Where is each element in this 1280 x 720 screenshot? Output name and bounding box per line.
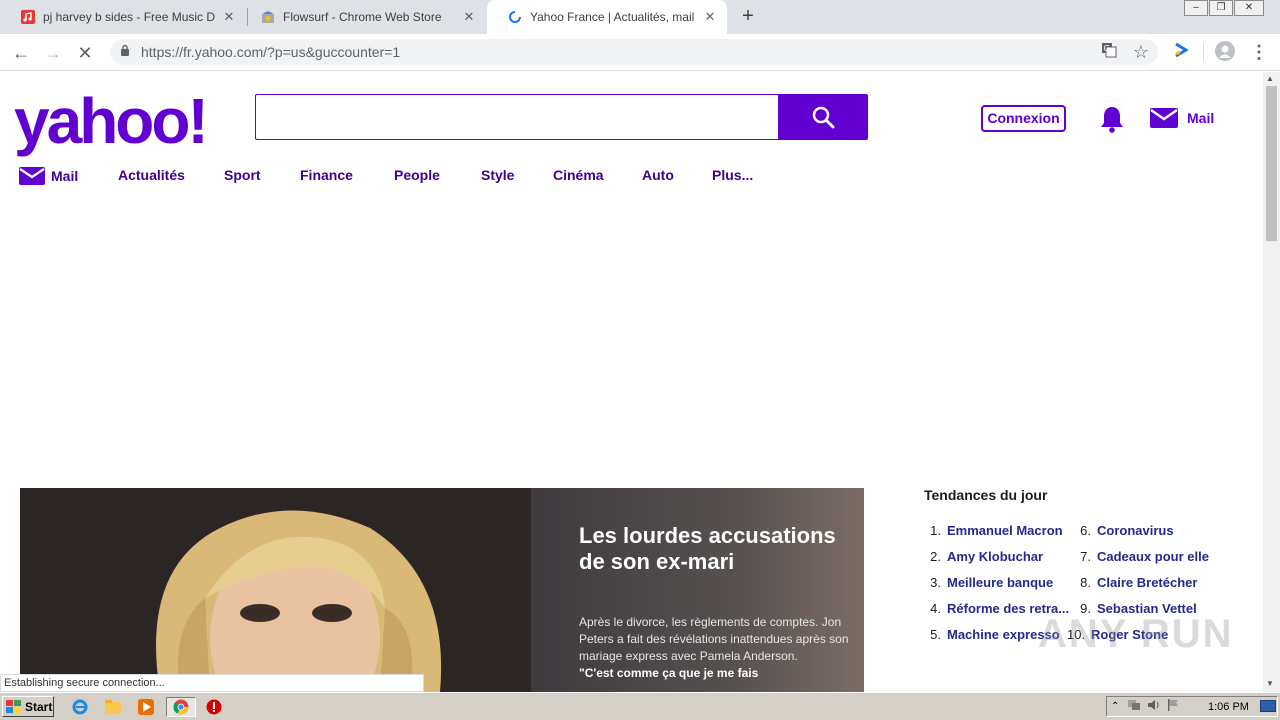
nav-item-actualites[interactable]: Actualités: [118, 167, 185, 183]
trending-rank: 2.: [930, 549, 941, 564]
volume-icon[interactable]: [1147, 699, 1161, 714]
show-desktop-icon[interactable]: [1260, 700, 1276, 712]
nav-item-mail[interactable]: Mail: [19, 167, 78, 185]
nav-item-plus[interactable]: Plus...: [712, 167, 753, 183]
trending-item[interactable]: 8. Claire Bretécher: [1073, 575, 1197, 590]
nav-item-finance[interactable]: Finance: [300, 167, 353, 183]
lock-icon[interactable]: [120, 44, 132, 58]
chrome-store-icon: [260, 9, 276, 25]
trending-rank: 5.: [930, 627, 941, 642]
trending-label: Cadeaux pour elle: [1097, 549, 1209, 564]
connexion-button[interactable]: Connexion: [981, 105, 1066, 132]
hero-body-text: Après le divorce, les règlements de comp…: [579, 615, 849, 663]
bell-icon[interactable]: [1099, 105, 1125, 133]
mail-icon: [19, 167, 45, 185]
mail-link[interactable]: Mail: [1150, 108, 1214, 128]
scroll-up-arrow-icon[interactable]: ▲: [1266, 74, 1274, 83]
nav-item-style[interactable]: Style: [481, 167, 514, 183]
trending-label: Coronavirus: [1097, 523, 1174, 538]
scroll-down-arrow-icon[interactable]: ▼: [1266, 679, 1274, 688]
loading-spinner-icon: [507, 9, 523, 25]
toolbar-divider: [1203, 43, 1204, 61]
tray-expand-icon[interactable]: ⌃: [1111, 701, 1119, 712]
internet-explorer-icon[interactable]: [69, 697, 91, 717]
trending-label: Amy Klobuchar: [947, 549, 1044, 564]
hero-text-panel: Les lourdes accusations de son ex-mari A…: [531, 488, 864, 692]
start-label: Start: [25, 699, 53, 714]
search-input[interactable]: [255, 94, 779, 140]
search-button[interactable]: [778, 94, 868, 140]
trending-rank: 3.: [930, 575, 941, 590]
scrollbar-thumb[interactable]: [1266, 86, 1277, 241]
forward-arrow-icon[interactable]: →: [42, 42, 64, 64]
hero-story[interactable]: Les lourdes accusations de son ex-mari A…: [20, 488, 864, 692]
trending-label: Meilleure banque: [947, 575, 1054, 590]
maximize-button[interactable]: ❐: [1209, 0, 1233, 16]
tab-yahoo-france[interactable]: Yahoo France | Actualités, mail et re ✕: [487, 0, 727, 34]
flag-notification-icon[interactable]: [1167, 699, 1179, 714]
trending-rank: 1.: [930, 523, 941, 538]
stop-loading-icon[interactable]: ✕: [74, 42, 96, 64]
search-icon: [812, 106, 835, 129]
close-tab-icon[interactable]: ✕: [703, 9, 717, 25]
tab-title: Flowsurf - Chrome Web Store: [283, 10, 442, 24]
media-player-icon[interactable]: [135, 697, 157, 717]
system-tray: ⌃: [1106, 696, 1278, 717]
translate-icon[interactable]: G: [1098, 41, 1120, 63]
hero-title[interactable]: Les lourdes accusations de son ex-mari: [579, 523, 849, 575]
yahoo-logo[interactable]: yahoo!: [14, 89, 209, 153]
trending-item[interactable]: 6. Coronavirus: [1073, 523, 1174, 538]
trending-item[interactable]: 2. Amy Klobuchar: [923, 549, 1043, 564]
music-note-icon: [20, 9, 36, 25]
tab-pj-harvey[interactable]: pj harvey b sides - Free Music Downl ✕: [0, 0, 246, 34]
trending-rank: 4.: [930, 601, 941, 616]
anyrun-watermark: ANY RUN: [1038, 612, 1234, 656]
svg-text:G: G: [1104, 44, 1110, 53]
nav-item-people[interactable]: People: [394, 167, 440, 183]
start-button[interactable]: Start: [2, 696, 54, 717]
menu-kebab-icon[interactable]: ⋮: [1248, 41, 1270, 63]
mail-label: Mail: [1187, 110, 1215, 126]
trending-title: Tendances du jour: [924, 487, 1048, 503]
close-tab-icon[interactable]: ✕: [462, 9, 476, 25]
mail-icon: [1150, 108, 1178, 128]
tab-title: pj harvey b sides - Free Music Downl: [43, 10, 215, 24]
file-explorer-icon[interactable]: [102, 697, 124, 717]
trending-item[interactable]: 1. Emmanuel Macron: [923, 523, 1063, 538]
trending-item[interactable]: 7. Cadeaux pour elle: [1073, 549, 1209, 564]
url-text[interactable]: https://fr.yahoo.com/?p=us&guccounter=1: [141, 44, 400, 60]
profile-avatar-icon[interactable]: [1214, 41, 1236, 63]
trending-label: Claire Bretécher: [1097, 575, 1198, 590]
trending-rank: 6.: [1080, 523, 1091, 538]
back-arrow-icon[interactable]: ←: [10, 42, 32, 64]
nav-item-cinema[interactable]: Cinéma: [553, 167, 604, 183]
close-window-button[interactable]: ✕: [1234, 0, 1264, 16]
nav-item-sport[interactable]: Sport: [224, 167, 261, 183]
tab-title: Yahoo France | Actualités, mail et re: [530, 10, 698, 24]
clock: 1:06 PM: [1208, 701, 1249, 713]
trending-item[interactable]: 3. Meilleure banque: [923, 575, 1053, 590]
hero-image[interactable]: [20, 488, 531, 692]
trending-rank: 7.: [1080, 549, 1091, 564]
minimize-button[interactable]: ‒: [1184, 0, 1208, 16]
trending-rank: 8.: [1080, 575, 1091, 590]
bookmark-star-icon[interactable]: ☆: [1130, 41, 1152, 63]
nav-label: Mail: [51, 168, 79, 184]
trending-label: Emmanuel Macron: [947, 523, 1063, 538]
hero-quote: "C'est comme ça que je me fais: [579, 666, 759, 680]
flowsurf-extension-icon[interactable]: [1170, 41, 1192, 63]
network-icon[interactable]: [1127, 699, 1141, 714]
status-bubble: Establishing secure connection...: [0, 674, 424, 692]
close-tab-icon[interactable]: ✕: [222, 9, 236, 25]
new-tab-button[interactable]: +: [737, 5, 759, 27]
hero-summary: Après le divorce, les règlements de comp…: [579, 614, 849, 682]
windows-flag-icon: [6, 699, 21, 713]
nav-item-auto[interactable]: Auto: [642, 167, 674, 183]
chrome-taskbar-icon[interactable]: [166, 697, 196, 717]
opera-stop-icon[interactable]: [203, 697, 225, 717]
tab-flowsurf[interactable]: Flowsurf - Chrome Web Store ✕: [240, 0, 486, 34]
